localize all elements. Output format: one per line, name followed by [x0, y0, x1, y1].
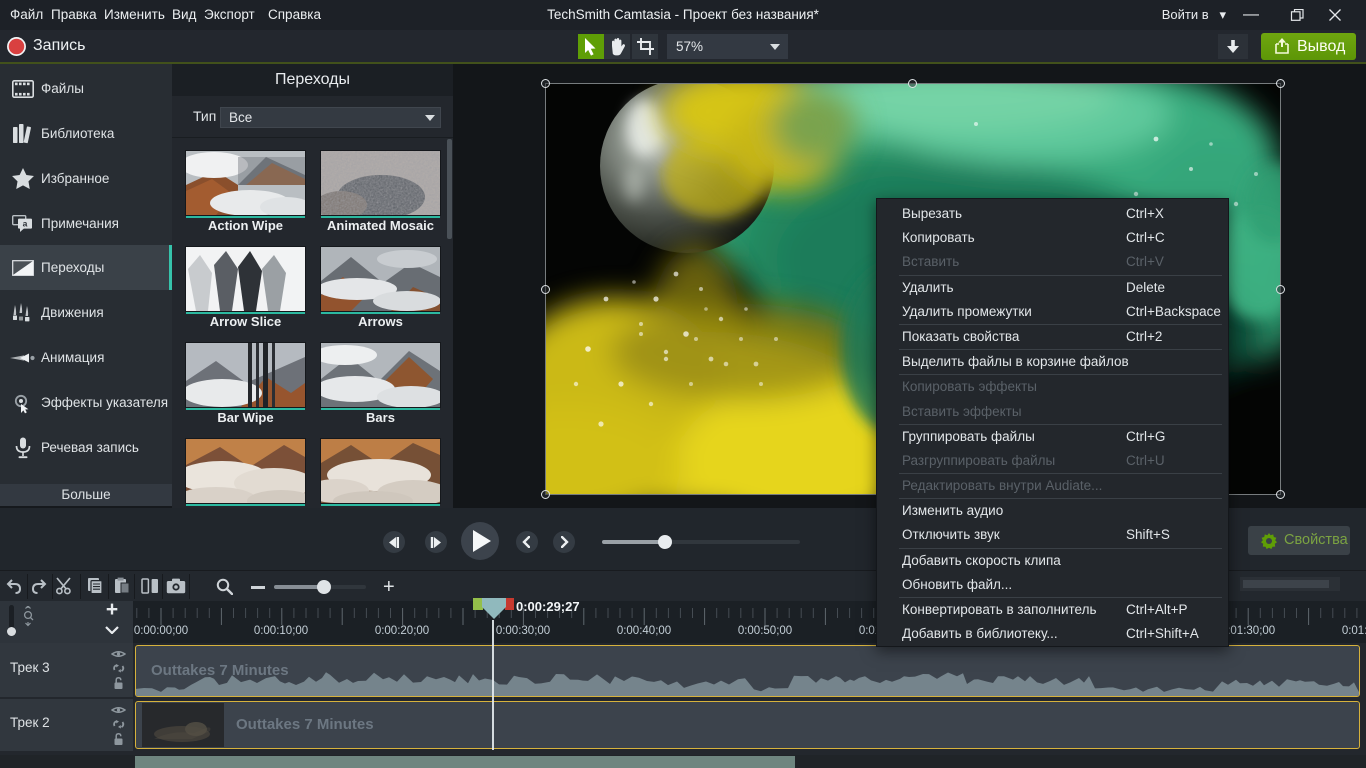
svg-text:a: a: [23, 219, 28, 229]
